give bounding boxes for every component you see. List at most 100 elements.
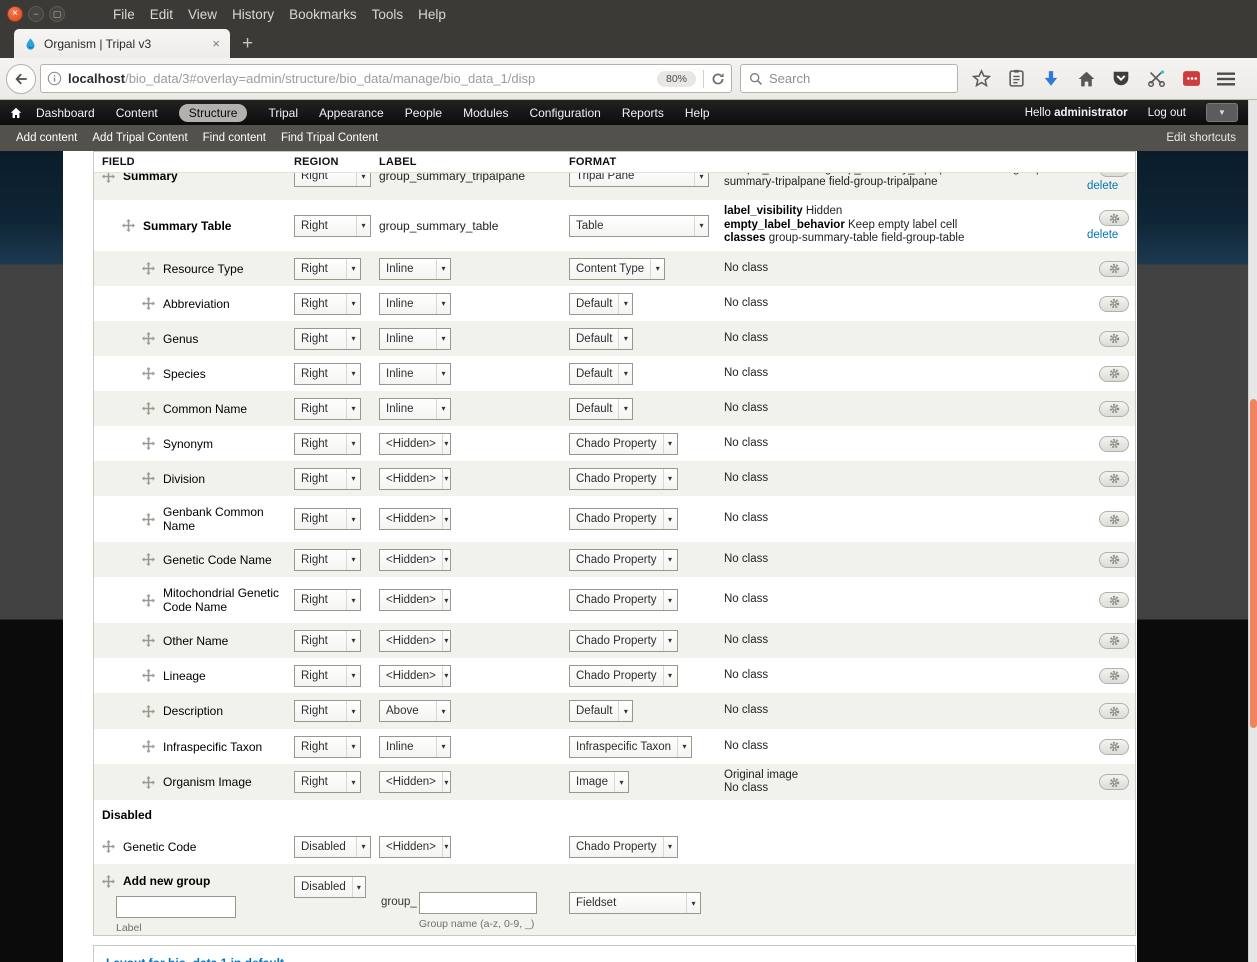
new-tab-button[interactable]: + <box>242 33 253 55</box>
menu-view[interactable]: View <box>188 7 217 22</box>
settings-button[interactable] <box>1099 511 1129 527</box>
drag-handle-icon[interactable] <box>142 740 155 753</box>
format-select[interactable]: Default▾ <box>569 293 633 315</box>
format-select[interactable]: Image▾ <box>569 771 629 793</box>
region-select[interactable]: Disabled▾ <box>294 836 371 858</box>
region-select[interactable]: Right▾ <box>294 173 371 187</box>
drag-handle-icon[interactable] <box>142 634 155 647</box>
label-select[interactable]: Inline▾ <box>379 363 451 385</box>
format-select[interactable]: Chado Property▾ <box>569 665 678 687</box>
shortcut-find-content[interactable]: Find content <box>203 132 266 144</box>
settings-button[interactable] <box>1099 296 1129 312</box>
window-maximize-button[interactable]: ▢ <box>49 6 65 22</box>
drag-handle-icon[interactable] <box>142 332 155 345</box>
delete-link[interactable]: delete <box>1087 229 1118 241</box>
label-select[interactable]: <Hidden>▾ <box>379 549 451 571</box>
menu-file[interactable]: File <box>113 7 135 22</box>
group-machine-name-input[interactable] <box>419 892 537 914</box>
toolbar-item-appearance[interactable]: Appearance <box>319 106 384 120</box>
drag-handle-icon[interactable] <box>142 472 155 485</box>
label-select[interactable]: Inline▾ <box>379 293 451 315</box>
region-select[interactable]: Right▾ <box>294 736 361 758</box>
drag-handle-icon[interactable] <box>142 402 155 415</box>
label-select[interactable]: Inline▾ <box>379 258 451 280</box>
region-select[interactable]: Right▾ <box>294 508 361 530</box>
format-select[interactable]: Infraspecific Taxon▾ <box>569 736 692 758</box>
region-select[interactable]: Right▾ <box>294 433 361 455</box>
settings-button[interactable] <box>1099 739 1129 755</box>
label-select[interactable]: <Hidden>▾ <box>379 630 451 652</box>
label-select[interactable]: Inline▾ <box>379 328 451 350</box>
downloads-icon[interactable] <box>1040 68 1062 90</box>
drag-handle-icon[interactable] <box>142 513 155 526</box>
region-select[interactable]: Disabled▾ <box>294 876 366 898</box>
settings-button[interactable] <box>1099 173 1129 177</box>
drag-handle-icon[interactable] <box>142 705 155 718</box>
drag-handle-icon[interactable] <box>142 437 155 450</box>
logout-link[interactable]: Log out <box>1148 107 1186 119</box>
region-select[interactable]: Right▾ <box>294 398 361 420</box>
settings-button[interactable] <box>1099 552 1129 568</box>
toolbar-item-people[interactable]: People <box>405 106 442 120</box>
group-label-input[interactable] <box>116 896 236 918</box>
settings-button[interactable] <box>1099 366 1129 382</box>
format-select[interactable]: Default▾ <box>569 363 633 385</box>
menu-help[interactable]: Help <box>418 7 446 22</box>
format-select[interactable]: Chado Property▾ <box>569 630 678 652</box>
tab-close-icon[interactable]: × <box>210 36 222 51</box>
label-select[interactable]: <Hidden>▾ <box>379 589 451 611</box>
region-select[interactable]: Right▾ <box>294 549 361 571</box>
drag-handle-icon[interactable] <box>142 262 155 275</box>
toolbar-toggle-button[interactable]: ▼ <box>1206 103 1238 122</box>
toolbar-item-help[interactable]: Help <box>685 106 710 120</box>
label-select[interactable]: <Hidden>▾ <box>379 508 451 530</box>
home-icon[interactable] <box>1075 68 1097 90</box>
toolbar-item-structure[interactable]: Structure <box>179 104 248 122</box>
shortcut-find-tripal-content[interactable]: Find Tripal Content <box>281 132 378 144</box>
settings-button[interactable] <box>1099 774 1129 790</box>
toolbar-item-dashboard[interactable]: Dashboard <box>36 106 95 120</box>
menu-tools[interactable]: Tools <box>372 7 404 22</box>
scrollbar-thumb[interactable] <box>1250 399 1257 728</box>
region-select[interactable]: Right▾ <box>294 215 371 237</box>
bookmark-star-icon[interactable] <box>970 68 992 90</box>
drag-handle-icon[interactable] <box>102 173 115 183</box>
drag-handle-icon[interactable] <box>102 840 115 853</box>
edit-shortcuts-link[interactable]: Edit shortcuts <box>1166 132 1236 144</box>
drag-handle-icon[interactable] <box>142 776 155 789</box>
extension-icon[interactable] <box>1180 68 1202 90</box>
region-select[interactable]: Right▾ <box>294 328 361 350</box>
format-select[interactable]: Chado Property▾ <box>569 589 678 611</box>
label-select[interactable]: <Hidden>▾ <box>379 468 451 490</box>
region-select[interactable]: Right▾ <box>294 665 361 687</box>
screenshot-scissors-icon[interactable] <box>1145 68 1167 90</box>
label-select[interactable]: <Hidden>▾ <box>379 771 451 793</box>
format-select[interactable]: Default▾ <box>569 398 633 420</box>
settings-button[interactable] <box>1099 331 1129 347</box>
region-select[interactable]: Right▾ <box>294 293 361 315</box>
settings-button[interactable] <box>1099 210 1129 226</box>
toolbar-item-modules[interactable]: Modules <box>463 106 508 120</box>
menu-bookmarks[interactable]: Bookmarks <box>289 7 357 22</box>
drag-handle-icon[interactable] <box>142 594 155 607</box>
region-select[interactable]: Right▾ <box>294 258 361 280</box>
drag-handle-icon[interactable] <box>142 367 155 380</box>
settings-button[interactable] <box>1099 703 1129 719</box>
settings-button[interactable] <box>1099 633 1129 649</box>
label-select[interactable]: <Hidden>▾ <box>379 836 451 858</box>
format-select[interactable]: Chado Property▾ <box>569 508 678 530</box>
format-select[interactable]: Content Type▾ <box>569 258 665 280</box>
drag-handle-icon[interactable] <box>102 875 115 888</box>
menu-history[interactable]: History <box>232 7 274 22</box>
label-select[interactable]: Inline▾ <box>379 398 451 420</box>
reading-list-icon[interactable] <box>1005 68 1027 90</box>
drag-handle-icon[interactable] <box>142 669 155 682</box>
settings-button[interactable] <box>1099 471 1129 487</box>
menu-edit[interactable]: Edit <box>150 7 173 22</box>
region-select[interactable]: Right▾ <box>294 589 361 611</box>
url-bar[interactable]: localhost/bio_data/3#overlay=admin/struc… <box>40 64 732 93</box>
format-select[interactable]: Chado Property▾ <box>569 836 678 858</box>
window-minimize-button[interactable]: − <box>28 6 44 22</box>
delete-link[interactable]: delete <box>1087 180 1118 192</box>
region-select[interactable]: Right▾ <box>294 700 361 722</box>
